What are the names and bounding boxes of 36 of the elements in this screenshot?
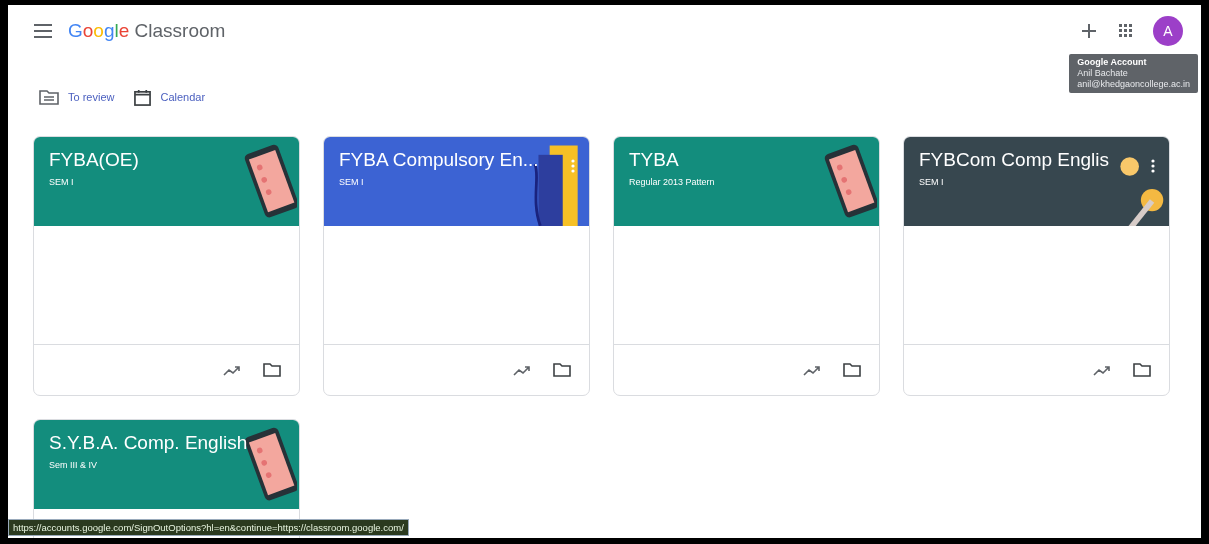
class-card[interactable]: FYBCom Comp Englis SEM I xyxy=(903,136,1170,396)
apps-grid-icon[interactable] xyxy=(1119,24,1133,38)
tooltip-title: Google Account xyxy=(1077,57,1148,68)
trend-icon[interactable] xyxy=(1093,364,1111,376)
plus-icon[interactable] xyxy=(1081,23,1097,39)
class-section: SEM I xyxy=(339,177,574,187)
trend-icon[interactable] xyxy=(223,364,241,376)
class-title[interactable]: FYBCom Comp Englis xyxy=(919,149,1154,171)
account-name: Anil Bachate xyxy=(1077,68,1129,79)
trend-icon[interactable] xyxy=(803,364,821,376)
more-vert-icon[interactable] xyxy=(1151,159,1155,173)
app-logo[interactable]: Google Classroom xyxy=(68,20,226,42)
class-title[interactable]: FYBA Compulsory En... xyxy=(339,149,574,171)
class-card[interactable]: FYBA(OE) SEM I xyxy=(33,136,300,396)
folder-icon[interactable] xyxy=(843,363,861,377)
link-url-status: https://accounts.google.com/SignOutOptions?hl=en&continue=https://classroom.google.com/ xyxy=(8,519,409,536)
review-folder-icon[interactable] xyxy=(39,89,59,105)
calendar-icon[interactable] xyxy=(134,88,152,106)
folder-icon[interactable] xyxy=(553,363,571,377)
class-card[interactable]: TYBA Regular 2013 Pattern xyxy=(613,136,880,396)
class-title[interactable]: TYBA xyxy=(629,149,864,171)
nav-link[interactable]: Calendar xyxy=(134,87,206,107)
class-title[interactable]: FYBA(OE) xyxy=(49,149,284,171)
class-section: Sem III & IV xyxy=(49,460,284,470)
folder-icon[interactable] xyxy=(1133,363,1151,377)
class-section: Regular 2013 Pattern xyxy=(629,177,864,187)
folder-icon[interactable] xyxy=(263,363,281,377)
class-title[interactable]: S.Y.B.A. Comp. English xyxy=(49,432,284,454)
account-email: anil@khedgaoncollege.ac.in xyxy=(1077,79,1190,90)
menu-icon[interactable] xyxy=(34,24,52,38)
account-avatar[interactable]: A xyxy=(1153,16,1183,46)
trend-icon[interactable] xyxy=(513,364,531,376)
class-section: SEM I xyxy=(919,177,1154,187)
class-section: SEM I xyxy=(49,177,284,187)
class-card[interactable]: FYBA Compulsory En... SEM I xyxy=(323,136,590,396)
nav-link[interactable]: To review xyxy=(39,87,115,107)
